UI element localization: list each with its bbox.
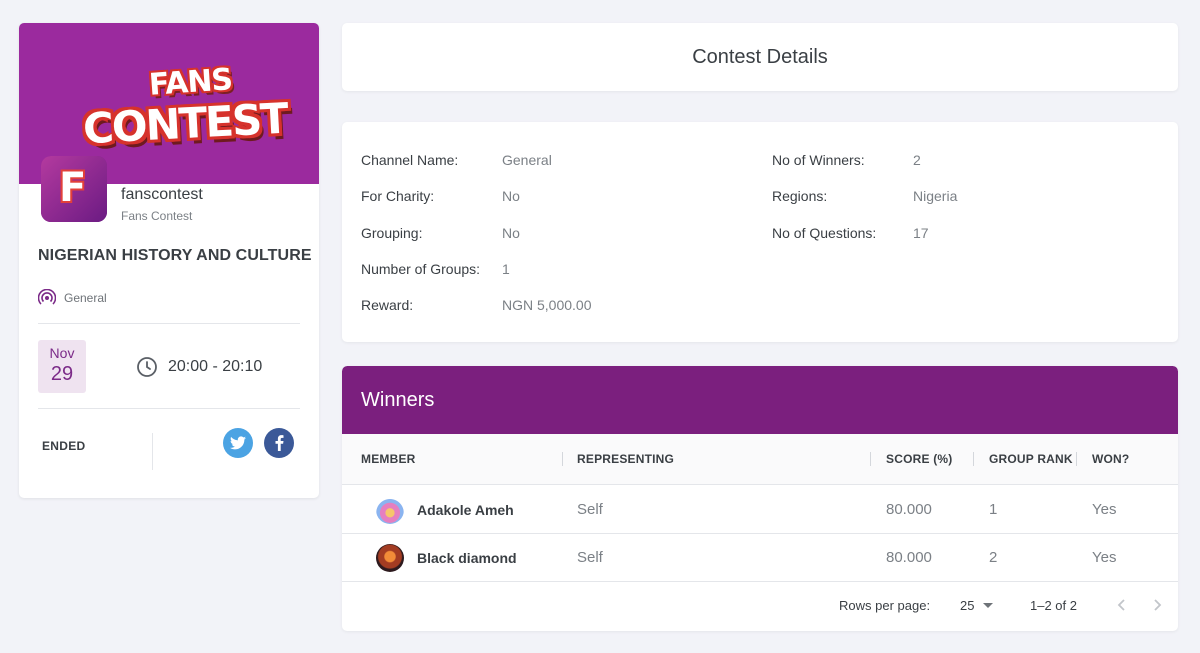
- date-month: Nov: [49, 345, 75, 361]
- avatar: [376, 544, 404, 572]
- winners-header: Winners: [342, 366, 1178, 434]
- channel-label: General: [64, 291, 107, 305]
- winners-title: Winners: [361, 388, 435, 411]
- twitter-icon: [230, 436, 246, 450]
- column-header-group-rank[interactable]: GROUP RANK: [989, 452, 1073, 466]
- table-pagination: Rows per page: 25 1–2 of 2: [342, 582, 1178, 631]
- contest-title: NIGERIAN HISTORY AND CULTURE: [38, 247, 312, 264]
- vertical-divider: [152, 433, 153, 470]
- channel-subtitle: Fans Contest: [121, 209, 193, 223]
- chevron-down-icon[interactable]: [983, 603, 993, 608]
- page-title: Contest Details: [692, 45, 828, 68]
- detail-value: Nigeria: [913, 188, 958, 204]
- won-cell: Yes: [1092, 549, 1117, 566]
- date-day: 29: [50, 363, 74, 385]
- divider: [38, 323, 300, 324]
- pagination-range: 1–2 of 2: [1030, 598, 1077, 613]
- column-header-representing[interactable]: REPRESENTING: [577, 452, 674, 466]
- column-header-score[interactable]: SCORE (%): [886, 452, 952, 466]
- detail-value: No: [502, 225, 520, 241]
- table-row[interactable]: Adakole Ameh Self 80.000 1 Yes: [342, 486, 1178, 534]
- fans-contest-logo: FANS CONTEST: [77, 62, 288, 153]
- rows-per-page-select[interactable]: 25: [960, 598, 974, 613]
- won-cell: Yes: [1092, 501, 1117, 518]
- channel-handle[interactable]: fanscontest: [121, 186, 203, 204]
- twitter-share-button[interactable]: [223, 428, 253, 458]
- rows-per-page-label: Rows per page:: [839, 598, 931, 613]
- column-separator[interactable]: [1076, 452, 1077, 466]
- score-cell: 80.000: [886, 501, 932, 518]
- member-name: Black diamond: [417, 550, 517, 566]
- detail-label: Reward:: [361, 297, 414, 313]
- facebook-share-button[interactable]: [264, 428, 294, 458]
- representing-cell: Self: [577, 501, 603, 518]
- detail-value: No: [502, 188, 520, 204]
- contest-details-panel: Channel Name: General For Charity: No Gr…: [342, 122, 1178, 342]
- detail-label: For Charity:: [361, 188, 435, 204]
- score-cell: 80.000: [886, 549, 932, 566]
- detail-label: Number of Groups:: [361, 261, 481, 277]
- rank-cell: 2: [989, 549, 998, 566]
- chevron-left-icon[interactable]: [1113, 596, 1131, 614]
- detail-value: 2: [913, 152, 921, 168]
- time-text: 20:00 - 20:10: [168, 358, 263, 375]
- column-separator[interactable]: [562, 452, 563, 466]
- column-separator[interactable]: [973, 452, 974, 466]
- detail-value: General: [502, 152, 552, 168]
- contest-card: FANS CONTEST F fanscontest Fans Contest …: [19, 23, 319, 498]
- winners-panel: Winners MEMBER REPRESENTING SCORE (%) GR…: [342, 366, 1178, 631]
- channel-tag: General: [38, 289, 107, 307]
- avatar: [376, 496, 404, 524]
- column-header-won[interactable]: WON?: [1092, 452, 1129, 466]
- rank-cell: 1: [989, 501, 998, 518]
- detail-label: No of Questions:: [772, 225, 877, 241]
- channel-avatar[interactable]: F: [41, 156, 107, 222]
- status-badge: ENDED: [42, 439, 86, 453]
- clock-icon: [137, 357, 157, 377]
- detail-label: No of Winners:: [772, 152, 865, 168]
- detail-label: Regions:: [772, 188, 828, 204]
- avatar-letter: F: [59, 165, 87, 211]
- logo-text-contest: CONTEST: [81, 93, 289, 154]
- table-row[interactable]: Black diamond Self 80.000 2 Yes: [342, 534, 1178, 582]
- time-range: 20:00 - 20:10: [136, 356, 262, 378]
- contest-details-header: Contest Details: [342, 23, 1178, 91]
- member-name: Adakole Ameh: [417, 502, 514, 518]
- detail-value: NGN 5,000.00: [502, 297, 592, 313]
- broadcast-icon: [38, 289, 56, 305]
- representing-cell: Self: [577, 549, 603, 566]
- detail-value: 17: [913, 225, 929, 241]
- divider: [38, 408, 300, 409]
- facebook-icon: [275, 435, 283, 451]
- date-badge: Nov 29: [38, 340, 86, 393]
- detail-label: Grouping:: [361, 225, 423, 241]
- winners-table-header: MEMBER REPRESENTING SCORE (%) GROUP RANK…: [342, 434, 1178, 485]
- chevron-right-icon[interactable]: [1148, 596, 1166, 614]
- detail-label: Channel Name:: [361, 152, 459, 168]
- column-separator[interactable]: [870, 452, 871, 466]
- column-header-member[interactable]: MEMBER: [361, 452, 416, 466]
- detail-value: 1: [502, 261, 510, 277]
